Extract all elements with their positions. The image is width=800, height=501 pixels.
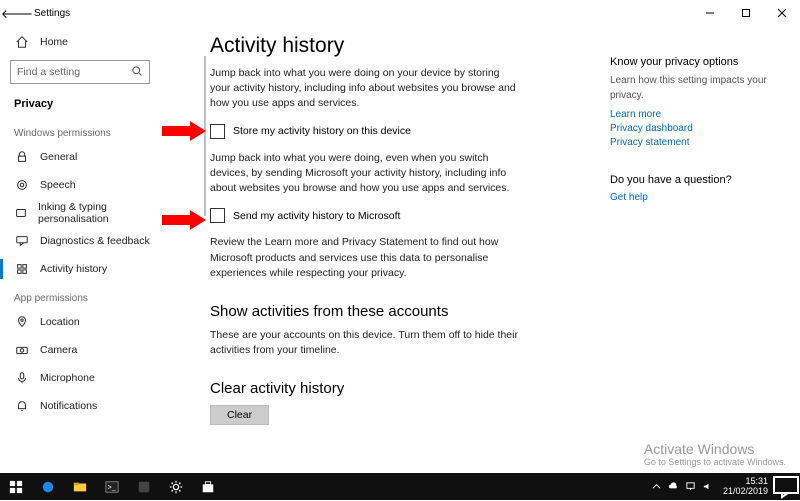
sidebar-item-notifications[interactable]: Notifications	[0, 392, 160, 420]
main-content: Activity history Jump back into what you…	[160, 26, 610, 473]
sidebar-category: Privacy	[0, 90, 160, 118]
minimize-button[interactable]	[692, 0, 728, 26]
sidebar-item-label: Camera	[40, 344, 77, 356]
maximize-button[interactable]	[728, 0, 764, 26]
svg-text:>_: >_	[108, 484, 116, 491]
taskbar-explorer[interactable]	[64, 473, 96, 500]
sidebar-group-label: App permissions	[0, 283, 160, 308]
feedback-icon	[14, 233, 30, 249]
checkbox-label: Store my activity history on this device	[233, 125, 411, 137]
sidebar-item-speech[interactable]: Speech	[0, 171, 160, 199]
close-button[interactable]	[764, 0, 800, 26]
system-tray[interactable]	[651, 481, 719, 492]
link-get-help[interactable]: Get help	[610, 192, 786, 203]
taskbar-edge[interactable]	[32, 473, 64, 500]
sidebar-item-diagnostics[interactable]: Diagnostics & feedback	[0, 227, 160, 255]
taskbar-settings[interactable]	[160, 473, 192, 500]
start-button[interactable]	[0, 473, 32, 500]
info-pane: Know your privacy options Learn how this…	[610, 26, 800, 473]
taskbar-app[interactable]	[128, 473, 160, 500]
paragraph: Review the Learn more and Privacy Statem…	[210, 235, 520, 281]
back-button[interactable]: 🡐	[0, 6, 34, 21]
checkbox-send-history[interactable]	[210, 208, 225, 223]
annotation-arrow	[162, 210, 208, 230]
link-privacy-statement[interactable]: Privacy statement	[610, 137, 786, 148]
microphone-icon	[14, 370, 30, 386]
location-icon	[14, 314, 30, 330]
info-heading: Know your privacy options	[610, 56, 786, 68]
activation-watermark: Activate Windows Go to Settings to activ…	[644, 441, 786, 467]
sidebar-item-location[interactable]: Location	[0, 308, 160, 336]
home-icon	[14, 34, 30, 50]
sidebar-item-label: Activity history	[40, 263, 107, 275]
sidebar-group-label: Windows permissions	[0, 118, 160, 143]
tray-volume-icon[interactable]	[702, 481, 713, 492]
section-heading: Clear activity history	[210, 380, 600, 397]
sidebar-item-label: Speech	[40, 179, 76, 191]
search-input[interactable]: Find a setting	[10, 60, 150, 84]
sidebar-item-microphone[interactable]: Microphone	[0, 364, 160, 392]
sidebar-item-activity-history[interactable]: Activity history	[0, 255, 160, 283]
sidebar-item-label: Diagnostics & feedback	[40, 235, 150, 247]
camera-icon	[14, 342, 30, 358]
paragraph: These are your accounts on this device. …	[210, 328, 520, 358]
window-title: Settings	[34, 8, 70, 19]
section-heading: Show activities from these accounts	[210, 303, 600, 320]
sidebar-item-label: Microphone	[40, 372, 95, 384]
action-center-button[interactable]	[772, 473, 800, 500]
sidebar-item-inking[interactable]: Inking & typing personalisation	[0, 199, 160, 227]
bell-icon	[14, 398, 30, 414]
lock-icon	[14, 149, 30, 165]
clear-button[interactable]: Clear	[210, 405, 269, 425]
chevron-up-icon[interactable]	[651, 481, 662, 492]
sidebar-item-label: General	[40, 151, 77, 163]
taskbar-terminal[interactable]: >_	[96, 473, 128, 500]
taskbar-clock[interactable]: 15:31 21/02/2019	[719, 477, 772, 497]
link-privacy-dashboard[interactable]: Privacy dashboard	[610, 123, 786, 134]
annotation-arrow	[162, 121, 208, 141]
sidebar-item-label: Home	[40, 36, 68, 48]
sidebar-item-label: Inking & typing personalisation	[38, 201, 154, 225]
history-icon	[14, 261, 30, 277]
sidebar-item-home[interactable]: Home	[0, 28, 160, 56]
tray-network-icon[interactable]	[685, 481, 696, 492]
search-placeholder: Find a setting	[17, 66, 80, 78]
pen-icon	[14, 205, 28, 221]
page-title: Activity history	[210, 34, 600, 58]
info-text: Learn how this setting impacts your priv…	[610, 74, 786, 103]
checkbox-label: Send my activity history to Microsoft	[233, 210, 400, 222]
search-icon	[131, 65, 143, 80]
sidebar-item-label: Notifications	[40, 400, 97, 412]
taskbar-store[interactable]	[192, 473, 224, 500]
speech-icon	[14, 177, 30, 193]
info-heading: Do you have a question?	[610, 174, 786, 186]
sidebar-item-general[interactable]: General	[0, 143, 160, 171]
checkbox-store-history[interactable]	[210, 124, 225, 139]
paragraph: Jump back into what you were doing, even…	[210, 151, 520, 197]
intro-paragraph: Jump back into what you were doing on yo…	[210, 66, 520, 112]
sidebar-item-camera[interactable]: Camera	[0, 336, 160, 364]
taskbar: >_ 15:31 21/02/2019	[0, 473, 800, 500]
sidebar-item-label: Location	[40, 316, 80, 328]
sidebar: Home Find a setting Privacy Windows perm…	[0, 26, 160, 473]
link-learn-more[interactable]: Learn more	[610, 109, 786, 120]
tray-onedrive-icon[interactable]	[668, 481, 679, 492]
